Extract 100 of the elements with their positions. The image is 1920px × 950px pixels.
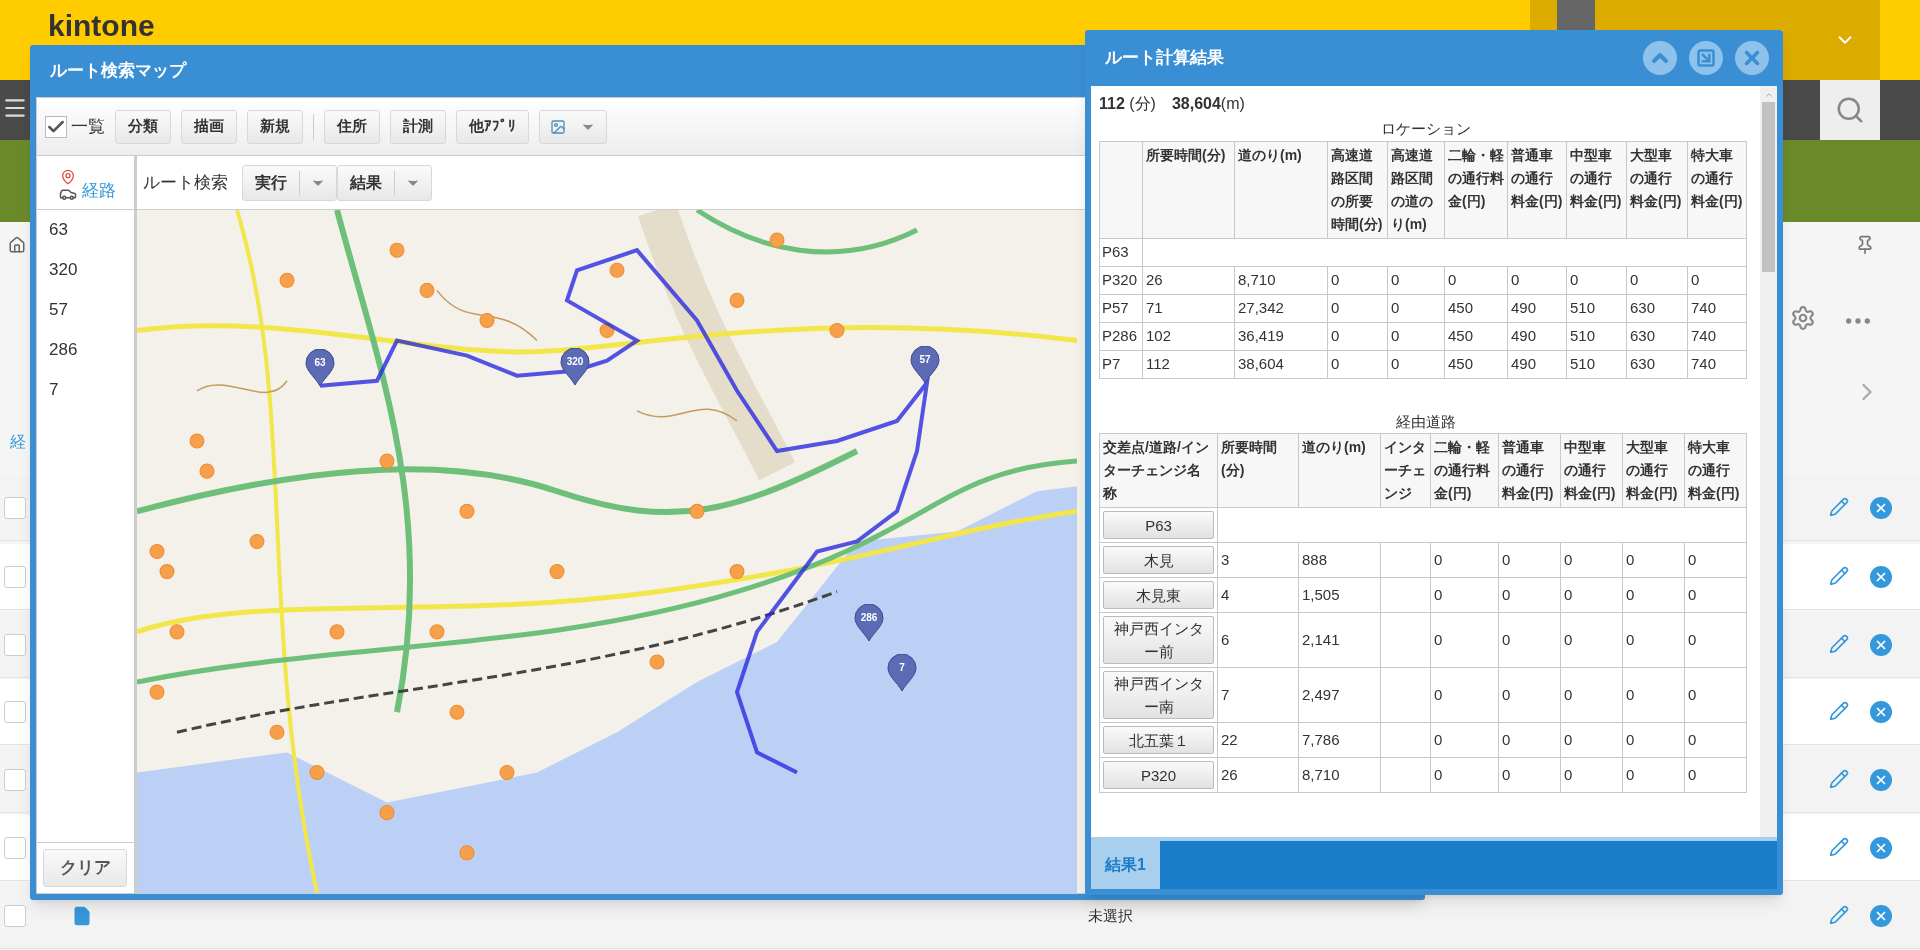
point-button[interactable]: 神戸西インター南 xyxy=(1103,671,1214,719)
table-cell: 0 xyxy=(1684,542,1747,578)
delete-icon[interactable] xyxy=(1870,769,1892,791)
column-header: 交差点/道路/インターチェンジ名称 xyxy=(1099,433,1218,508)
table-cell: 2,141 xyxy=(1298,612,1381,668)
home-icon[interactable] xyxy=(8,235,26,255)
split-button[interactable]: 結果 xyxy=(337,164,432,201)
route-point-item[interactable]: 63 xyxy=(37,210,134,250)
table-cell: 0 xyxy=(1560,722,1623,758)
collapse-button[interactable] xyxy=(1643,41,1677,75)
layer-dropdown[interactable] xyxy=(539,109,607,144)
toolbar-button[interactable]: 住所 xyxy=(324,109,380,144)
edit-icon[interactable] xyxy=(1829,701,1849,721)
table-cell: 2,497 xyxy=(1298,667,1381,723)
table-cell: 0 xyxy=(1566,266,1627,294)
settings-icon[interactable] xyxy=(1790,305,1816,331)
point-button[interactable]: P320 xyxy=(1103,761,1214,789)
summary-text: 38,604(m) xyxy=(1171,94,1245,114)
table-cell: 27,342 xyxy=(1234,294,1328,322)
table-cell: 8,710 xyxy=(1298,757,1381,793)
list-checkbox[interactable]: 一覧 xyxy=(45,113,105,140)
toolbar-button[interactable]: 新規 xyxy=(247,109,303,144)
table-cell: 510 xyxy=(1566,294,1627,322)
row-checkbox[interactable] xyxy=(4,566,26,588)
column-header: 中型車の通行料金(円) xyxy=(1560,433,1623,508)
column-header: 大型車の通行料金(円) xyxy=(1622,433,1685,508)
route-point-item[interactable]: 320 xyxy=(37,250,134,290)
row-checkbox[interactable] xyxy=(4,701,26,723)
point-button[interactable]: 神戸西インター前 xyxy=(1103,616,1214,664)
table-cell: 0 xyxy=(1626,266,1688,294)
resize-icon xyxy=(1696,48,1716,68)
toolbar-button[interactable]: 計測 xyxy=(390,109,446,144)
table-cell: 0 xyxy=(1560,667,1623,723)
delete-icon[interactable] xyxy=(1870,837,1892,859)
row-checkbox[interactable] xyxy=(4,497,26,519)
table-cell: 0 xyxy=(1430,757,1499,793)
edit-icon[interactable] xyxy=(1829,769,1849,789)
table-cell: 0 xyxy=(1327,350,1388,378)
table-cell: P286 xyxy=(1099,322,1143,350)
delete-icon[interactable] xyxy=(1870,905,1892,927)
column-header: 所要時間(分) xyxy=(1217,433,1299,508)
route-point-item[interactable]: 286 xyxy=(37,330,134,370)
app-logo[interactable]: kintone xyxy=(48,10,155,42)
table-cell: 22 xyxy=(1217,722,1299,758)
table-cell: 71 xyxy=(1142,294,1235,322)
table-cell: 490 xyxy=(1507,350,1567,378)
column-header: 大型車の通行料金(円) xyxy=(1626,141,1688,238)
map-pin[interactable]: 57 xyxy=(910,346,940,384)
route-point-item[interactable]: 57 xyxy=(37,290,134,330)
table-cell: 450 xyxy=(1444,322,1508,350)
clear-button[interactable]: クリア xyxy=(43,849,127,887)
table-cell: 7,786 xyxy=(1298,722,1381,758)
table-cell: 0 xyxy=(1622,577,1685,613)
window-title: ルート計算結果 xyxy=(1105,47,1225,70)
row-checkbox[interactable] xyxy=(4,634,26,656)
table-cell: 740 xyxy=(1687,294,1747,322)
resize-button[interactable] xyxy=(1689,41,1723,75)
table-caption: 経由道路 xyxy=(1395,412,1456,430)
toolbar-button[interactable]: 描画 xyxy=(181,109,237,144)
pin-icon[interactable] xyxy=(1855,235,1875,255)
edit-icon[interactable] xyxy=(1829,837,1849,857)
map-pin[interactable]: 63 xyxy=(305,349,335,387)
table-cell: 740 xyxy=(1687,322,1747,350)
toolbar-button[interactable]: 分類 xyxy=(115,109,171,144)
map-pin[interactable]: 7 xyxy=(887,654,917,692)
map-pin[interactable]: 286 xyxy=(854,604,884,642)
close-button[interactable] xyxy=(1735,41,1769,75)
table-cell: 0 xyxy=(1430,722,1499,758)
point-button[interactable]: 北五葉１ xyxy=(1103,726,1214,754)
edit-icon[interactable] xyxy=(1829,634,1849,654)
table-cell: 38,604 xyxy=(1234,350,1328,378)
search-button[interactable] xyxy=(1820,80,1880,140)
column-header: 経 xyxy=(10,432,26,452)
delete-icon[interactable] xyxy=(1870,497,1892,519)
edit-icon[interactable] xyxy=(1829,905,1849,925)
column-header: 普通車の通行料金(円) xyxy=(1507,141,1567,238)
scrollbar-thumb[interactable] xyxy=(1762,102,1775,272)
table-cell: 102 xyxy=(1142,322,1235,350)
row-checkbox[interactable] xyxy=(4,837,26,859)
table-cell: 0 xyxy=(1430,577,1499,613)
scrollbar[interactable] xyxy=(1760,86,1777,837)
row-checkbox[interactable] xyxy=(4,769,26,791)
delete-icon[interactable] xyxy=(1870,634,1892,656)
delete-icon[interactable] xyxy=(1870,566,1892,588)
edit-icon[interactable] xyxy=(1829,566,1849,586)
route-point-item[interactable]: 7 xyxy=(37,370,134,410)
map-pin[interactable]: 320 xyxy=(560,348,590,386)
point-button[interactable]: 木見 xyxy=(1103,546,1214,574)
point-button[interactable]: P63 xyxy=(1103,511,1214,539)
delete-icon[interactable] xyxy=(1870,701,1892,723)
file-icon[interactable] xyxy=(72,905,92,927)
edit-icon[interactable] xyxy=(1829,497,1849,517)
table-cell: 1,505 xyxy=(1298,577,1381,613)
column-header: 道のり(m) xyxy=(1234,141,1328,238)
point-button[interactable]: 木見東 xyxy=(1103,581,1214,609)
table-cell: 0 xyxy=(1498,577,1561,613)
toolbar-button[interactable]: 他ｱﾌﾟﾘ xyxy=(456,109,529,144)
row-checkbox[interactable] xyxy=(4,905,26,927)
split-button[interactable]: 実行 xyxy=(242,164,337,201)
search-icon xyxy=(1835,95,1865,125)
